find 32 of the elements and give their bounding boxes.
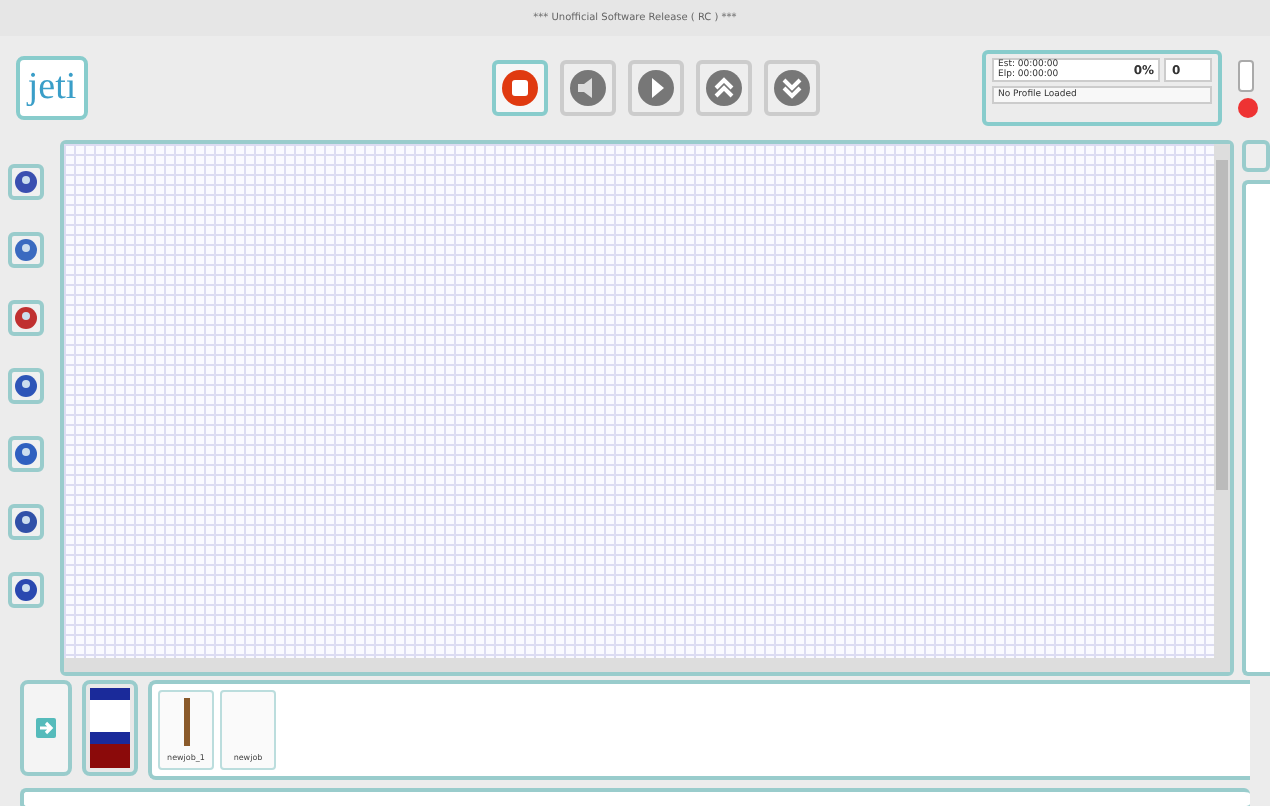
side-tool-button[interactable] xyxy=(8,232,44,268)
toolbar-button[interactable] xyxy=(491,60,547,116)
side-tool-button[interactable] xyxy=(8,504,44,540)
stop-icon xyxy=(499,68,539,108)
toolbar-button[interactable] xyxy=(763,60,819,116)
panel-button[interactable] xyxy=(1238,59,1254,91)
round-tool-icon xyxy=(14,442,38,466)
side-tool-button[interactable] xyxy=(8,436,44,472)
round-tool-icon xyxy=(14,170,38,194)
round-tool-icon xyxy=(14,238,38,262)
bar-icon xyxy=(183,698,189,746)
toolbar-button[interactable] xyxy=(559,60,615,116)
round-tool-icon xyxy=(14,510,38,534)
speaker-icon xyxy=(567,68,607,108)
round-tool-icon xyxy=(14,374,38,398)
side-tool-button[interactable] xyxy=(8,300,44,336)
double-up-icon xyxy=(703,68,743,108)
vertical-scrollbar[interactable] xyxy=(1214,144,1230,658)
record-icon[interactable] xyxy=(1238,97,1258,117)
import-arrow-icon xyxy=(34,716,58,740)
side-tool-button[interactable] xyxy=(8,368,44,404)
double-down-icon xyxy=(771,68,811,108)
play-icon xyxy=(635,68,675,108)
side-tool-button[interactable] xyxy=(8,572,44,608)
media-preview-drawing xyxy=(90,688,130,768)
side-tool-button[interactable] xyxy=(8,164,44,200)
horizontal-scrollbar[interactable] xyxy=(64,658,1230,672)
logo: jeti xyxy=(16,56,88,120)
round-tool-icon xyxy=(14,306,38,330)
toolbar-button[interactable] xyxy=(627,60,683,116)
round-tool-icon xyxy=(14,578,38,602)
toolbar-button[interactable] xyxy=(695,60,751,116)
